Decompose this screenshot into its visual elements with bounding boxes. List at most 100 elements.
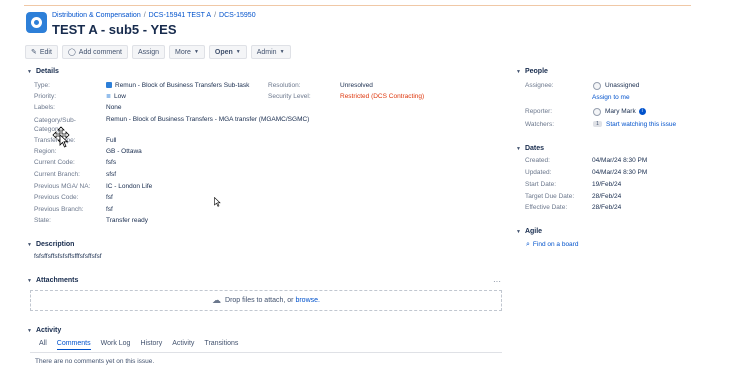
people-section-toggle[interactable]: ▼ People xyxy=(516,68,548,75)
field-label: Previous MGA/ NA: xyxy=(34,183,91,190)
tab-work-log[interactable]: Work Log xyxy=(101,340,131,350)
field-value: 28/Feb/24 xyxy=(592,204,622,211)
watchers-value: 1 Start watching this issue xyxy=(593,121,676,128)
mouse-cursor-icon xyxy=(214,197,221,207)
edit-button[interactable]: ✎ Edit xyxy=(25,45,58,59)
assignee-value: Unassigned xyxy=(605,82,640,89)
field-value: 04/Mar/24 8:30 PM xyxy=(592,157,648,164)
admin-label: Admin xyxy=(256,48,277,56)
breadcrumb-separator: / xyxy=(143,12,146,19)
project-avatar-icon[interactable] xyxy=(26,12,47,33)
field-label: Previous Branch: xyxy=(34,206,84,213)
field-value: GB - Ottawa xyxy=(106,148,142,155)
chevron-down-icon: ▼ xyxy=(516,146,521,152)
avatar-icon xyxy=(593,82,601,90)
more-button[interactable]: More ▼ xyxy=(168,45,205,59)
attachment-dropzone[interactable]: ☁ Drop files to attach, or browse. xyxy=(30,290,502,311)
empty-comments-message: There are no comments yet on this issue. xyxy=(35,358,155,365)
description-section-toggle[interactable]: ▼ Description xyxy=(27,241,74,248)
top-divider xyxy=(24,5,691,6)
chevron-down-icon: ▼ xyxy=(235,49,241,55)
activity-heading: Activity xyxy=(35,327,62,334)
assign-button[interactable]: Assign xyxy=(131,45,165,59)
field-value: IC - London Life xyxy=(106,183,153,190)
pointer-cursor-icon xyxy=(59,134,69,148)
field-label: Type: xyxy=(34,82,50,89)
details-section-toggle[interactable]: ▼ Details xyxy=(27,68,59,75)
breadcrumb-separator: / xyxy=(214,12,217,19)
field-label: Previous Code: xyxy=(34,194,79,201)
description-heading: Description xyxy=(35,241,75,248)
breadcrumb-parent-issue[interactable]: DCS-15941 TEST A xyxy=(149,12,211,19)
field-label: Current Branch: xyxy=(34,171,80,178)
field-value: None xyxy=(106,104,122,111)
issue-toolbar: ✎ Edit ◯ Add comment Assign More ▼ Open ▼ Ad… xyxy=(25,45,291,59)
more-label: More xyxy=(174,48,191,56)
field-value: fsfs xyxy=(106,159,117,166)
watchers-count-badge[interactable]: 1 xyxy=(593,121,602,128)
tab-all[interactable]: All xyxy=(39,340,47,350)
add-comment-label: Add comment xyxy=(78,48,122,56)
field-label: Effective Date: xyxy=(525,204,568,211)
issue-title[interactable]: TEST A - sub5 - YES xyxy=(52,22,176,37)
attachments-heading: Attachments xyxy=(35,277,79,284)
field-label: Watchers: xyxy=(525,121,555,128)
activity-section-toggle[interactable]: ▼ Activity xyxy=(27,327,61,334)
chevron-down-icon: ▼ xyxy=(27,242,32,248)
dates-heading: Dates xyxy=(524,145,545,152)
open-status-button[interactable]: Open ▼ xyxy=(208,45,247,59)
dates-section-toggle[interactable]: ▼ Dates xyxy=(516,145,544,152)
field-value: Restricted (DCS Contracting) xyxy=(340,93,425,100)
attachments-more-menu[interactable]: ··· xyxy=(493,277,501,286)
chevron-down-icon: ▼ xyxy=(27,328,32,334)
tab-transitions[interactable]: Transitions xyxy=(204,340,238,350)
field-label: Labels: xyxy=(34,104,55,111)
chevron-down-icon: ▼ xyxy=(27,278,32,284)
field-label: Start Date: xyxy=(525,181,557,188)
subtask-icon xyxy=(106,82,112,89)
field-label: Updated: xyxy=(525,169,552,176)
low-priority-icon: ≣ xyxy=(106,94,112,100)
field-label: Assignee: xyxy=(525,82,554,89)
agile-heading: Agile xyxy=(524,228,543,235)
field-label: State: xyxy=(34,217,51,224)
description-text[interactable]: fsfsffsffsfsfsffsfffsfsffsfsf xyxy=(34,253,102,260)
avatar-icon xyxy=(593,108,601,116)
tab-divider xyxy=(30,352,502,353)
field-value: Remun - Block of Business Transfers Sub-… xyxy=(106,82,249,89)
edit-button-label: Edit xyxy=(39,48,52,56)
field-label: Created: xyxy=(525,157,550,164)
field-value: 28/Feb/24 xyxy=(592,193,622,200)
field-label: Security Level: xyxy=(268,93,311,100)
chevron-down-icon: ▼ xyxy=(516,229,521,235)
field-label: Region: xyxy=(34,148,57,155)
assign-to-me-link[interactable]: Assign to me xyxy=(592,94,630,101)
start-watching-link[interactable]: Start watching this issue xyxy=(606,121,676,128)
breadcrumb-issue-key[interactable]: DCS-15950 xyxy=(219,12,256,19)
breadcrumb-project[interactable]: Distribution & Compensation xyxy=(52,12,141,19)
find-on-board-link[interactable]: ⌕ Find on a board xyxy=(526,241,578,249)
cloud-upload-icon: ☁ xyxy=(212,295,222,305)
add-comment-button[interactable]: ◯ Add comment xyxy=(61,45,128,59)
pencil-icon: ✎ xyxy=(31,49,37,56)
field-value: 19/Feb/24 xyxy=(592,181,622,188)
people-heading: People xyxy=(524,68,548,75)
chevron-down-icon: ▼ xyxy=(27,69,32,75)
info-icon[interactable]: i xyxy=(638,108,646,115)
field-value: ≣ Low xyxy=(106,93,126,100)
reporter-value[interactable]: Mary Mark i xyxy=(605,108,646,115)
admin-button[interactable]: Admin ▼ xyxy=(250,45,291,59)
tab-comments[interactable]: Comments xyxy=(56,340,91,350)
tab-history[interactable]: History xyxy=(140,340,162,350)
field-label: Current Code: xyxy=(34,159,75,166)
breadcrumb: Distribution & Compensation / DCS-15941 TE… xyxy=(52,12,256,19)
field-value: fsf xyxy=(106,206,113,213)
field-value: Unresolved xyxy=(340,82,373,89)
field-label: Reporter: xyxy=(525,108,553,115)
chevron-down-icon: ▼ xyxy=(279,49,285,55)
agile-section-toggle[interactable]: ▼ Agile xyxy=(516,228,542,235)
tab-activity[interactable]: Activity xyxy=(172,340,194,350)
comment-icon: ◯ xyxy=(67,49,76,56)
attachments-section-toggle[interactable]: ▼ Attachments xyxy=(27,277,78,284)
browse-link[interactable]: browse. xyxy=(295,297,320,304)
